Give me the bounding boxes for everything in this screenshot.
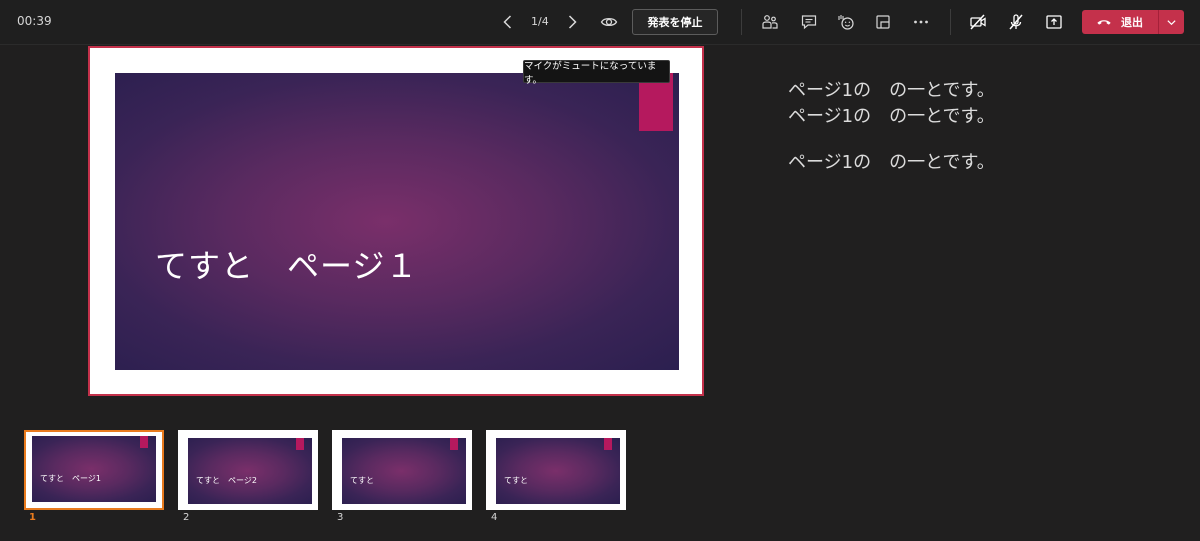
note-blank-line	[788, 130, 995, 150]
thumbnail-number: 2	[183, 512, 190, 523]
note-line: ページ1の の一とです。	[788, 152, 995, 173]
note-line: ページ1の の一とです。	[788, 106, 995, 127]
camera-off-icon	[970, 14, 986, 30]
slide-body: てすと ページ１	[115, 73, 679, 370]
slide-thumbnail-2[interactable]: てすと ページ2	[178, 430, 318, 510]
reactions-button[interactable]	[834, 10, 858, 34]
slide-counter: 1/4	[531, 15, 549, 28]
previous-slide-button[interactable]	[496, 10, 520, 34]
hang-up-icon	[1097, 20, 1111, 25]
thumbnail-slide-body: てすと ページ2	[188, 438, 312, 504]
mic-toggle-button[interactable]	[1004, 10, 1028, 34]
rooms-icon	[876, 15, 890, 29]
more-actions-button[interactable]	[909, 10, 933, 34]
slide-thumbnail-1[interactable]: てすと ページ1	[24, 430, 164, 510]
leave-main-button[interactable]: 退出	[1082, 10, 1158, 34]
leave-options-button[interactable]	[1159, 10, 1184, 34]
thumbnail-slide-body: てすと	[496, 438, 620, 504]
next-slide-button[interactable]	[560, 10, 584, 34]
thumbnail-accent-bar	[296, 438, 304, 450]
leave-button[interactable]: 退出	[1082, 10, 1184, 34]
speaker-notes: ページ1の の一とです。 ページ1の の一とです。 ページ1の の一とです。	[788, 78, 995, 176]
slide-thumbnail-4[interactable]: てすと	[486, 430, 626, 510]
chat-icon	[801, 15, 817, 30]
thumbnail-slide-body: てすと	[342, 438, 466, 504]
stop-presenting-button[interactable]: 発表を停止	[632, 9, 718, 35]
thumbnail-title: てすと ページ2	[196, 476, 257, 485]
thumbnail-title: てすと	[350, 476, 374, 485]
thumbnail-number: 1	[29, 512, 36, 523]
thumbnail-slide-body: てすと ページ1	[32, 436, 156, 502]
thumbnail-title: てすと	[504, 476, 528, 485]
share-content-button[interactable]	[1042, 10, 1066, 34]
note-line: ページ1の の一とです。	[788, 80, 995, 101]
slide-title: てすと ページ１	[155, 247, 419, 285]
leave-label: 退出	[1121, 16, 1143, 29]
thumbnail-title: てすと ページ1	[40, 474, 101, 483]
toolbar-divider	[741, 9, 742, 35]
share-icon	[1046, 15, 1062, 29]
rooms-button[interactable]	[871, 10, 895, 34]
thumbnail-accent-bar	[140, 436, 148, 448]
camera-toggle-button[interactable]	[966, 10, 990, 34]
chevron-down-icon	[1167, 19, 1176, 25]
chevron-left-icon	[503, 15, 512, 29]
mic-muted-tooltip: マイクがミュートになっています。	[523, 60, 670, 86]
thumbnail-accent-bar	[604, 438, 612, 450]
current-slide: てすと ページ１	[88, 46, 704, 396]
mic-off-icon	[1009, 14, 1023, 30]
toolbar-divider	[950, 9, 951, 35]
slide-thumbnail-3[interactable]: てすと	[332, 430, 472, 510]
more-icon	[914, 20, 928, 24]
chevron-right-icon	[568, 15, 577, 29]
thumbnail-accent-bar	[450, 438, 458, 450]
thumbnail-number: 3	[337, 512, 344, 523]
thumbnail-number: 4	[491, 512, 498, 523]
chat-button[interactable]	[797, 10, 821, 34]
people-icon	[762, 15, 778, 29]
eye-icon	[600, 17, 618, 27]
raise-hand-icon	[838, 15, 854, 30]
view-slides-button[interactable]	[597, 10, 621, 34]
meeting-toolbar: 00:39 1/4 発表を停止 退出	[0, 0, 1200, 45]
meeting-timer: 00:39	[17, 14, 52, 28]
participants-button[interactable]	[758, 10, 782, 34]
